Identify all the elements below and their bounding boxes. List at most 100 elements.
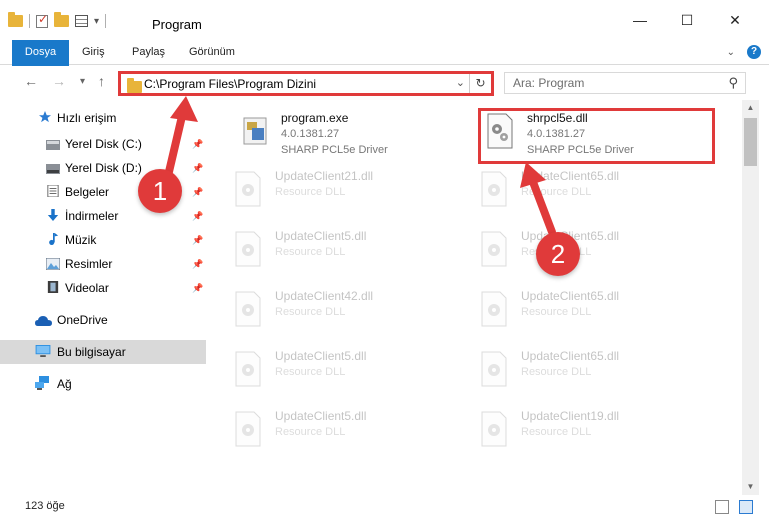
sidebar-item-downloads[interactable]: İndirmeler 📌 bbox=[0, 204, 206, 228]
customize-toolbar-chevron-icon[interactable]: ▾ bbox=[94, 16, 99, 27]
forward-button[interactable]: → bbox=[52, 73, 66, 89]
drive-icon bbox=[46, 164, 60, 174]
dll-file-icon bbox=[481, 171, 507, 207]
sidebar-item-label: Müzik bbox=[65, 233, 97, 247]
refresh-button[interactable]: ↻ bbox=[469, 74, 491, 93]
file-version: Resource DLL bbox=[521, 186, 592, 198]
file-name: UpdateClient5.dll bbox=[275, 229, 367, 243]
title-bar: ▾ Program — ☐ ✕ bbox=[0, 0, 769, 40]
details-view-icon[interactable] bbox=[715, 500, 729, 514]
sidebar-item-label: Belgeler bbox=[65, 185, 110, 199]
properties-check-icon[interactable] bbox=[36, 12, 48, 28]
status-bar: 123 öğe bbox=[0, 495, 769, 521]
recent-locations-chevron-icon[interactable]: ▾ bbox=[80, 76, 85, 87]
file-version: 4.0.1381.27 bbox=[281, 128, 340, 140]
minimize-button[interactable]: — bbox=[617, 12, 663, 28]
file-version: Resource DLL bbox=[275, 306, 346, 318]
sidebar-item-music[interactable]: Müzik 📌 bbox=[0, 228, 206, 252]
sidebar-item-label: OneDrive bbox=[57, 313, 108, 327]
file-item[interactable]: UpdateClient5.dll Resource DLL bbox=[232, 406, 462, 462]
file-item[interactable]: UpdateClient65.dll Resource DLL bbox=[478, 346, 708, 402]
up-button[interactable]: ↑ bbox=[98, 73, 105, 89]
address-bar[interactable]: C:\Program Files\Program Dizini ⌄ ↻ bbox=[118, 71, 494, 96]
dll-file-icon bbox=[481, 411, 507, 447]
file-item[interactable]: UpdateClient65.dll Resource DLL bbox=[478, 166, 708, 222]
star-icon bbox=[39, 111, 51, 123]
tab-share[interactable]: Paylaş bbox=[122, 40, 175, 64]
large-icons-view-icon[interactable] bbox=[739, 500, 753, 514]
pin-icon: 📌 bbox=[192, 162, 204, 173]
pin-icon: 📌 bbox=[192, 282, 204, 293]
file-version: Resource DLL bbox=[275, 366, 346, 378]
file-item[interactable]: UpdateClient65.dll Resource DLL bbox=[478, 286, 708, 342]
address-dropdown-chevron-icon[interactable]: ⌄ bbox=[456, 76, 465, 89]
quick-access-toolbar: ▾ bbox=[8, 12, 107, 28]
address-path[interactable]: C:\Program Files\Program Dizini bbox=[144, 77, 316, 91]
file-item[interactable]: UpdateClient19.dll Resource DLL bbox=[478, 406, 708, 462]
step-badge-2: 2 bbox=[536, 232, 580, 276]
file-version: Resource DLL bbox=[521, 366, 592, 378]
vertical-scrollbar[interactable]: ▲ ▼ bbox=[742, 100, 759, 495]
sidebar-item-this-pc[interactable]: Bu bilgisayar bbox=[0, 340, 206, 364]
tab-home[interactable]: Giriş bbox=[72, 40, 115, 64]
file-item[interactable]: program.exe 4.0.1381.27 SHARP PCL5e Driv… bbox=[238, 108, 468, 164]
sidebar-item-label: Yerel Disk (C:) bbox=[65, 137, 142, 151]
divider bbox=[105, 14, 107, 28]
new-folder-icon[interactable] bbox=[54, 12, 69, 27]
file-version: Resource DLL bbox=[521, 426, 592, 438]
dll-file-icon bbox=[235, 231, 261, 267]
navigation-bar: ← → ▾ ↑ C:\Program Files\Program Dizini … bbox=[0, 66, 769, 100]
tab-view[interactable]: Görünüm bbox=[179, 40, 245, 64]
maximize-button[interactable]: ☐ bbox=[664, 12, 710, 29]
file-name: UpdateClient21.dll bbox=[275, 169, 374, 183]
sidebar-item-pictures[interactable]: Resimler 📌 bbox=[0, 252, 206, 276]
sidebar-item-network[interactable]: Ağ bbox=[0, 372, 206, 396]
file-name: program.exe bbox=[281, 111, 349, 125]
search-input[interactable]: Ara: Program ⚲ bbox=[504, 72, 746, 94]
scroll-down-icon[interactable]: ▼ bbox=[742, 479, 759, 495]
divider bbox=[29, 14, 30, 28]
pin-icon: 📌 bbox=[192, 258, 204, 269]
sidebar-item-label: İndirmeler bbox=[65, 209, 119, 223]
sidebar-item-label: Ağ bbox=[57, 377, 72, 391]
sidebar-item-onedrive[interactable]: OneDrive bbox=[0, 308, 206, 332]
dll-file-icon bbox=[481, 351, 507, 387]
properties-icon[interactable] bbox=[75, 15, 88, 27]
help-icon[interactable]: ? bbox=[747, 45, 761, 59]
search-placeholder: Ara: Program bbox=[513, 76, 585, 90]
dll-file-icon bbox=[481, 291, 507, 327]
navigation-pane: Hızlı erişim Yerel Disk (C:) 📌 Yerel Dis… bbox=[0, 100, 206, 495]
scroll-thumb[interactable] bbox=[744, 118, 757, 166]
file-name: UpdateClient42.dll bbox=[275, 289, 374, 303]
file-item[interactable]: UpdateClient21.dll Resource DLL bbox=[232, 166, 462, 222]
download-icon bbox=[47, 209, 59, 221]
ribbon-tabs: Dosya Giriş Paylaş Görünüm ⌄ ? bbox=[0, 40, 769, 96]
sidebar-item-label: Resimler bbox=[65, 257, 113, 271]
file-item[interactable]: UpdateClient5.dll Resource DLL bbox=[232, 226, 462, 282]
file-item[interactable]: UpdateClient65.dll Resource DLL bbox=[478, 226, 708, 282]
file-description: SHARP PCL5e Driver bbox=[281, 144, 388, 156]
folder-icon bbox=[127, 78, 142, 93]
expand-ribbon-chevron-icon[interactable]: ⌄ bbox=[727, 47, 735, 58]
file-item[interactable]: UpdateClient5.dll Resource DLL bbox=[232, 346, 462, 402]
scroll-up-icon[interactable]: ▲ bbox=[742, 100, 759, 116]
sidebar-item-quick-access[interactable]: Hızlı erişim bbox=[0, 106, 206, 130]
sidebar-item-local-disk-c[interactable]: Yerel Disk (C:) 📌 bbox=[0, 132, 206, 156]
drive-icon bbox=[46, 140, 60, 150]
file-name: UpdateClient19.dll bbox=[521, 409, 620, 423]
folder-icon[interactable] bbox=[8, 12, 23, 27]
file-item[interactable]: UpdateClient42.dll Resource DLL bbox=[232, 286, 462, 342]
cloud-icon bbox=[35, 316, 52, 326]
sidebar-item-label: Hızlı erişim bbox=[57, 111, 117, 125]
videos-icon bbox=[47, 281, 59, 293]
documents-icon bbox=[47, 185, 59, 197]
pictures-icon bbox=[46, 258, 60, 270]
sidebar-item-label: Bu bilgisayar bbox=[57, 345, 126, 359]
sidebar-item-videos[interactable]: Videolar 📌 bbox=[0, 276, 206, 300]
file-version: Resource DLL bbox=[275, 246, 346, 258]
search-icon[interactable]: ⚲ bbox=[728, 75, 738, 91]
computer-icon bbox=[35, 345, 51, 357]
back-button[interactable]: ← bbox=[24, 73, 38, 89]
file-name: UpdateClient5.dll bbox=[275, 349, 367, 363]
close-button[interactable]: ✕ bbox=[712, 12, 758, 29]
